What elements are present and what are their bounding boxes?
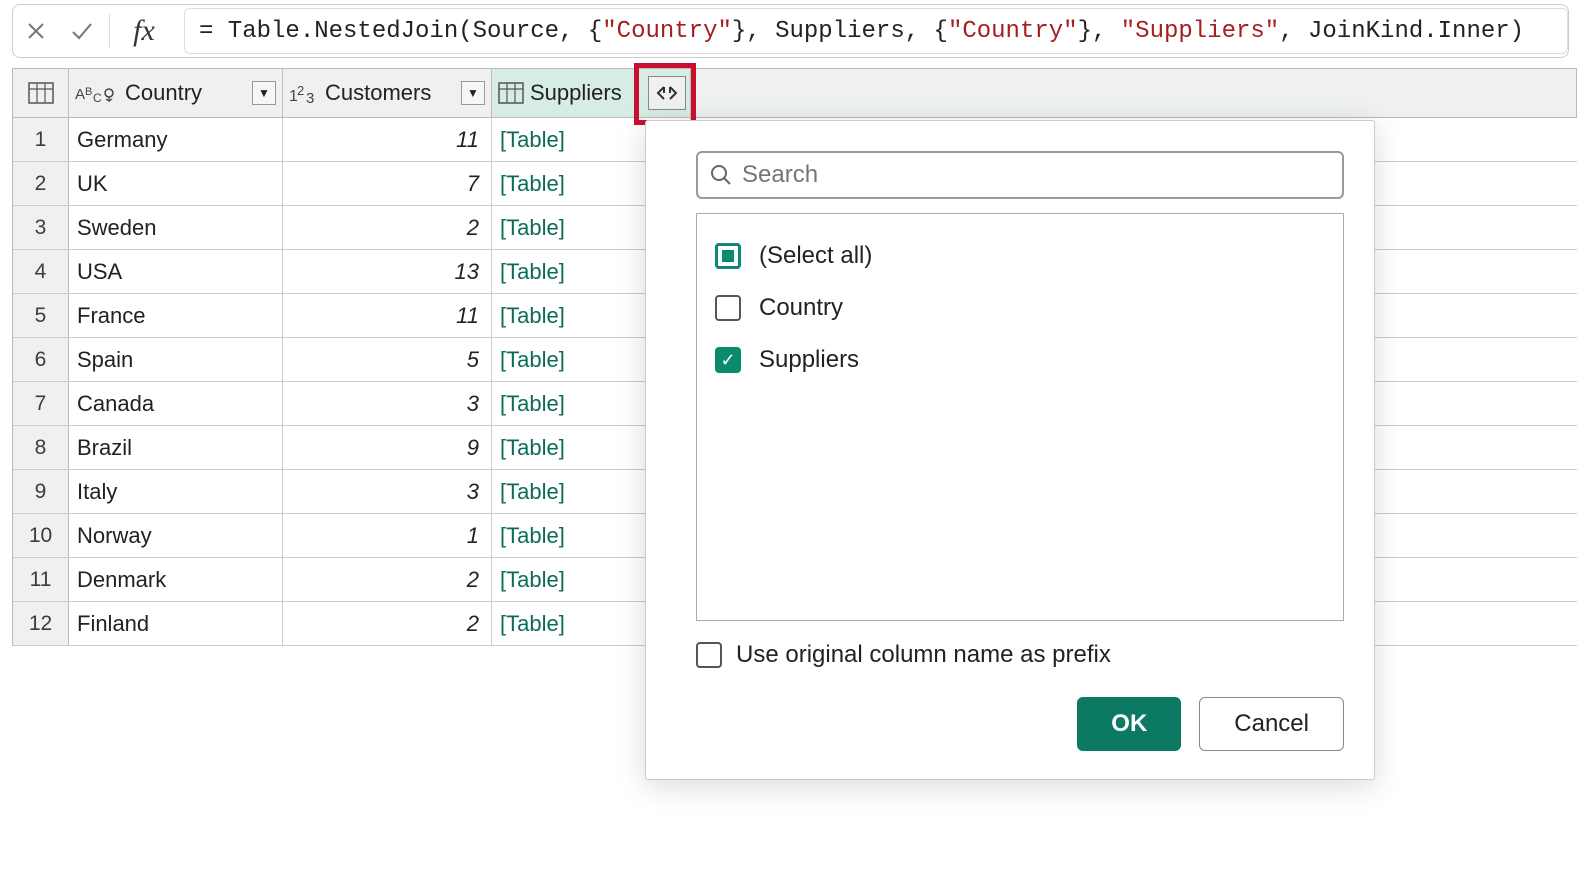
row-number-gutter: 123456789101112 xyxy=(12,68,69,646)
table-type-icon xyxy=(498,82,524,104)
column-option[interactable]: (Select all) xyxy=(715,230,1325,282)
column-option[interactable]: ✓ Suppliers xyxy=(715,334,1325,386)
option-label: Country xyxy=(759,294,843,322)
row-number[interactable]: 5 xyxy=(13,294,69,338)
row-number[interactable]: 9 xyxy=(13,470,69,514)
cell-country[interactable]: UK xyxy=(69,162,283,205)
row-number[interactable]: 6 xyxy=(13,338,69,382)
column-header-country[interactable]: A B C Country ▼ xyxy=(69,69,283,117)
cancel-button[interactable]: Cancel xyxy=(1199,697,1344,751)
expand-icon xyxy=(655,84,679,102)
x-icon xyxy=(26,21,46,41)
svg-text:A: A xyxy=(75,86,85,103)
column-header-row: A B C Country ▼ 1 2 3 xyxy=(69,68,1577,118)
column-label: Country xyxy=(125,80,252,106)
filter-dropdown-country[interactable]: ▼ xyxy=(252,81,276,105)
text-key-type-icon: A B C xyxy=(75,81,119,105)
option-checkbox[interactable]: ✓ xyxy=(715,347,741,373)
svg-text:2: 2 xyxy=(297,83,304,98)
cell-country[interactable]: USA xyxy=(69,250,283,293)
row-number[interactable]: 3 xyxy=(13,206,69,250)
cell-customers[interactable]: 9 xyxy=(283,426,492,469)
table-icon xyxy=(28,82,54,104)
cell-country[interactable]: Denmark xyxy=(69,558,283,601)
number-type-icon: 1 2 3 xyxy=(289,81,319,105)
prefix-option-row[interactable]: Use original column name as prefix xyxy=(696,641,1344,669)
cell-customers[interactable]: 5 xyxy=(283,338,492,381)
formula-input[interactable]: = Table.NestedJoin(Source, {"Country"}, … xyxy=(184,8,1568,54)
svg-text:B: B xyxy=(85,86,92,98)
column-options-listbox: (Select all) Country ✓ Suppliers xyxy=(696,213,1344,621)
option-label: (Select all) xyxy=(759,242,872,270)
row-number[interactable]: 1 xyxy=(13,118,69,162)
search-input-wrap[interactable] xyxy=(696,151,1344,199)
cell-customers[interactable]: 7 xyxy=(283,162,492,205)
svg-text:C: C xyxy=(93,91,102,105)
svg-text:3: 3 xyxy=(306,90,314,105)
row-number[interactable]: 4 xyxy=(13,250,69,294)
row-number[interactable]: 10 xyxy=(13,514,69,558)
expand-column-button[interactable] xyxy=(648,76,686,110)
popup-button-row: OK Cancel xyxy=(696,697,1344,751)
cell-country[interactable]: Sweden xyxy=(69,206,283,249)
row-number[interactable]: 11 xyxy=(13,558,69,602)
column-option[interactable]: Country xyxy=(715,282,1325,334)
column-label: Suppliers xyxy=(530,80,648,106)
cell-country[interactable]: Finland xyxy=(69,602,283,645)
row-number[interactable]: 7 xyxy=(13,382,69,426)
expand-columns-popup: (Select all) Country ✓ Suppliers Use origin… xyxy=(645,120,1375,780)
option-checkbox[interactable] xyxy=(715,295,741,321)
formula-bar: fx = Table.NestedJoin(Source, {"Country"… xyxy=(12,4,1569,58)
divider xyxy=(109,14,110,48)
cell-country[interactable]: Germany xyxy=(69,118,283,161)
cell-country[interactable]: Norway xyxy=(69,514,283,557)
cell-customers[interactable]: 11 xyxy=(283,118,492,161)
cell-country[interactable]: France xyxy=(69,294,283,337)
column-label: Customers xyxy=(325,80,461,106)
cell-customers[interactable]: 3 xyxy=(283,470,492,513)
search-icon xyxy=(710,164,732,186)
search-input[interactable] xyxy=(742,161,1330,189)
column-header-suppliers[interactable]: Suppliers xyxy=(492,69,691,117)
cell-customers[interactable]: 2 xyxy=(283,558,492,601)
cell-country[interactable]: Brazil xyxy=(69,426,283,469)
commit-formula-button[interactable] xyxy=(59,12,105,50)
header-filler xyxy=(691,69,1577,117)
cell-customers[interactable]: 2 xyxy=(283,206,492,249)
column-header-customers[interactable]: 1 2 3 Customers ▼ xyxy=(283,69,492,117)
check-icon xyxy=(71,21,93,41)
cell-customers[interactable]: 13 xyxy=(283,250,492,293)
cell-country[interactable]: Canada xyxy=(69,382,283,425)
cell-customers[interactable]: 11 xyxy=(283,294,492,337)
ok-button[interactable]: OK xyxy=(1077,697,1181,751)
cell-country[interactable]: Spain xyxy=(69,338,283,381)
cell-customers[interactable]: 1 xyxy=(283,514,492,557)
filter-dropdown-customers[interactable]: ▼ xyxy=(461,81,485,105)
prefix-label: Use original column name as prefix xyxy=(736,641,1111,669)
option-label: Suppliers xyxy=(759,346,859,374)
row-number[interactable]: 8 xyxy=(13,426,69,470)
row-number[interactable]: 12 xyxy=(13,602,69,646)
select-all-corner[interactable] xyxy=(13,68,69,118)
row-number[interactable]: 2 xyxy=(13,162,69,206)
fx-label: fx xyxy=(114,14,174,48)
cell-customers[interactable]: 2 xyxy=(283,602,492,645)
cancel-formula-button[interactable] xyxy=(13,12,59,50)
option-checkbox[interactable] xyxy=(715,243,741,269)
cell-country[interactable]: Italy xyxy=(69,470,283,513)
cell-customers[interactable]: 3 xyxy=(283,382,492,425)
prefix-checkbox[interactable] xyxy=(696,642,722,668)
